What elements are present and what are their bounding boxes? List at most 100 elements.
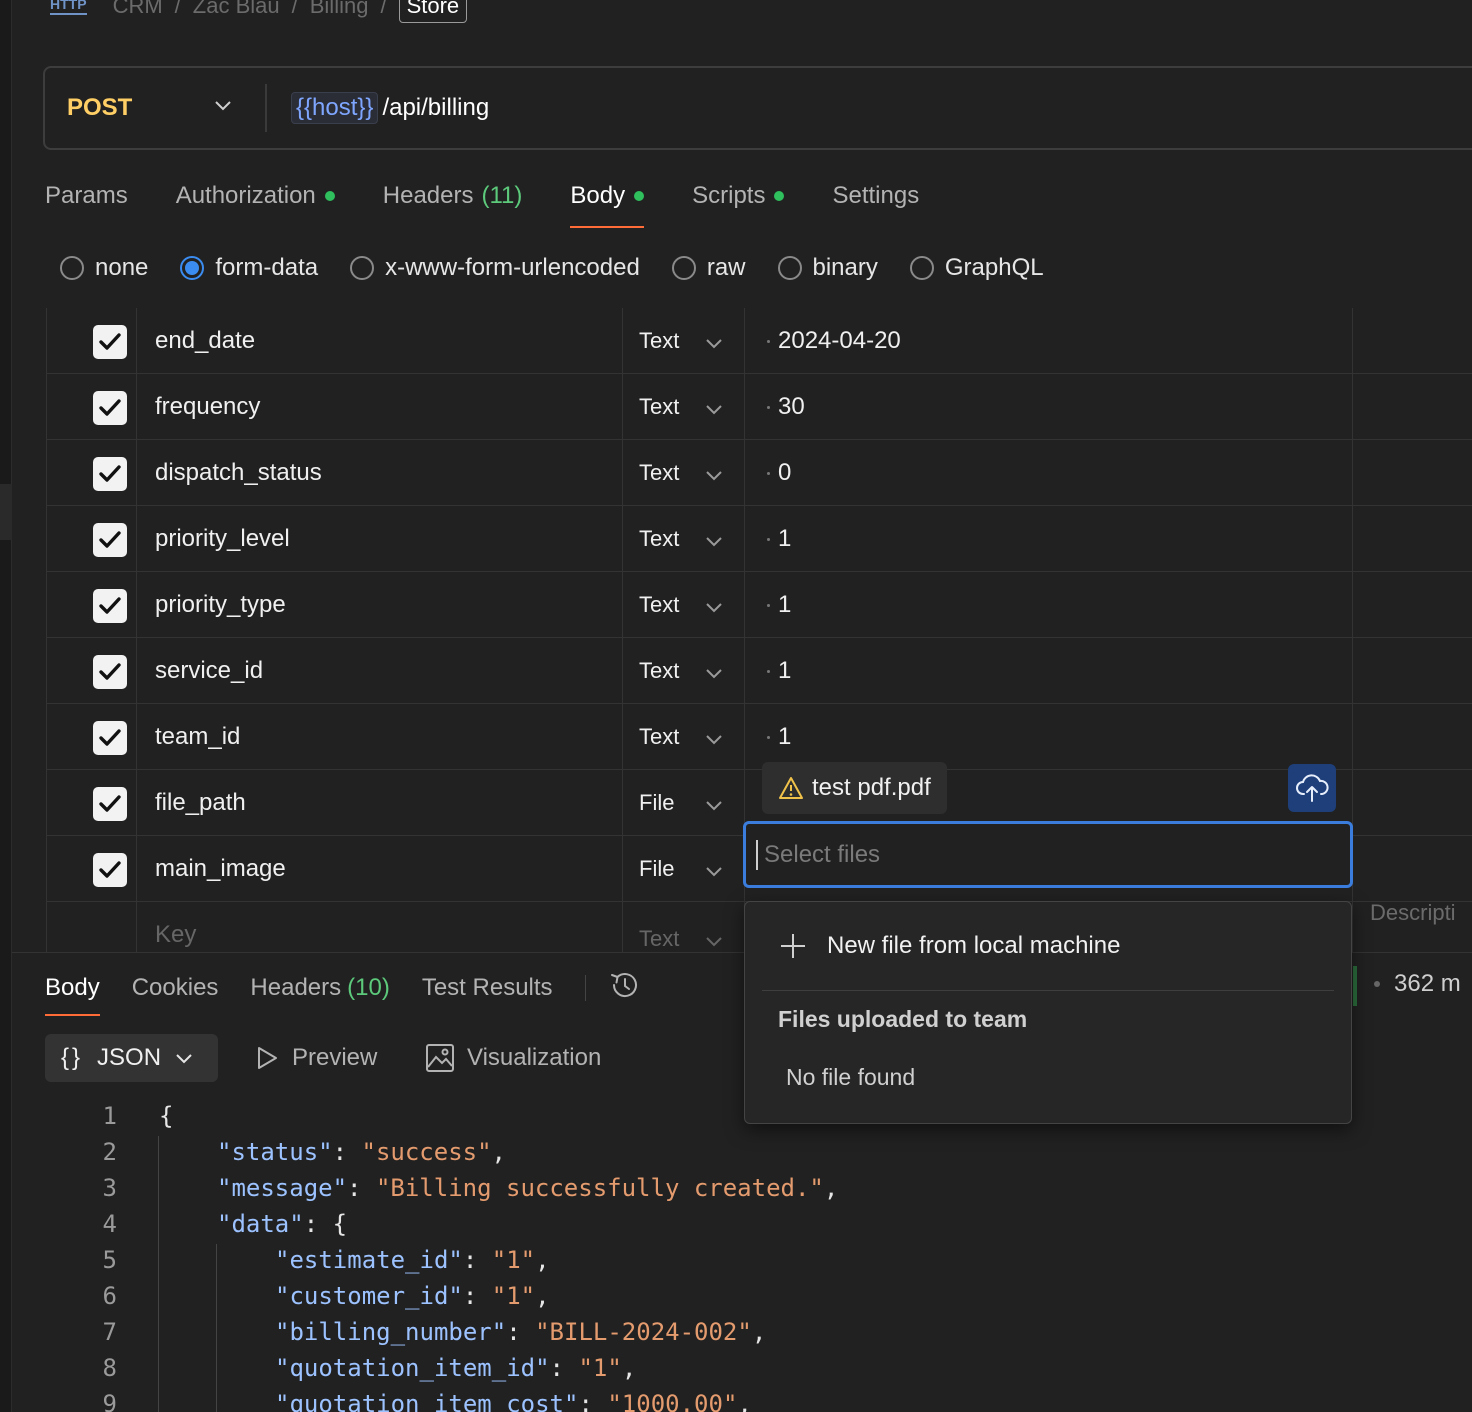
param-key[interactable]: main_image [155, 836, 286, 902]
param-key[interactable]: priority_type [155, 572, 286, 638]
body-type-none[interactable]: none [60, 254, 148, 282]
row-checkbox[interactable] [93, 523, 127, 557]
tab-settings[interactable]: Settings [832, 172, 919, 220]
text-caret [756, 839, 758, 870]
key-placeholder[interactable]: Key [155, 902, 196, 952]
param-value[interactable]: 1 [778, 704, 791, 770]
status-indicator [1353, 966, 1357, 1006]
param-key[interactable]: file_path [155, 770, 246, 836]
table-row: priority_level Text 1 [47, 506, 1472, 572]
radio-button[interactable] [909, 256, 934, 280]
visualization-button[interactable]: Visualization [425, 1034, 601, 1082]
line-number: 6 [102, 1282, 117, 1310]
param-key[interactable]: team_id [155, 704, 240, 770]
line-number: 5 [102, 1246, 117, 1274]
response-tab-test-results[interactable]: Test Results [422, 974, 553, 1002]
select-files-input[interactable]: Select files [743, 821, 1353, 888]
breadcrumb-item[interactable]: CRM [113, 0, 163, 19]
radio-button[interactable] [180, 256, 205, 280]
tab-authorization[interactable]: Authorization [176, 172, 335, 220]
breadcrumb-separator: / [174, 0, 181, 18]
response-tab-headers[interactable]: Headers (10) [250, 974, 389, 1002]
param-value[interactable]: 1 [778, 506, 791, 572]
param-type-select[interactable]: Text [639, 506, 679, 572]
body-type-graphql[interactable]: GraphQL [909, 254, 1044, 282]
file-chip[interactable]: test pdf.pdf [762, 762, 947, 814]
row-checkbox[interactable] [93, 853, 127, 887]
param-value[interactable]: 1 [778, 638, 791, 704]
row-checkbox[interactable] [93, 391, 127, 425]
whitespace-dot [767, 736, 770, 739]
url-input[interactable]: {{host}} /api/billing [267, 92, 489, 124]
line-number: 7 [102, 1318, 117, 1346]
line-number: 4 [102, 1210, 117, 1238]
radio-button[interactable] [350, 256, 375, 280]
row-checkbox[interactable] [93, 787, 127, 821]
param-key[interactable]: end_date [155, 308, 255, 374]
url-variable[interactable]: {{host}} [291, 92, 379, 124]
tab-params[interactable]: Params [45, 172, 128, 220]
row-checkbox[interactable] [93, 457, 127, 491]
tab-body[interactable]: Body [570, 172, 645, 228]
method-select[interactable]: POST [45, 68, 265, 148]
row-checkbox[interactable] [93, 589, 127, 623]
row-checkbox[interactable] [93, 655, 127, 689]
breadcrumb-item[interactable]: Zac Blau [193, 0, 280, 19]
cloud-upload-button[interactable] [1288, 764, 1336, 812]
response-tab-body[interactable]: Body [45, 974, 100, 1016]
radio-button[interactable] [60, 256, 84, 280]
row-checkbox[interactable] [93, 721, 127, 755]
body-type-binary[interactable]: binary [777, 254, 878, 282]
response-tab-cookies[interactable]: Cookies [132, 974, 219, 1002]
request-name[interactable]: Store [398, 0, 468, 23]
param-key[interactable]: priority_level [155, 506, 290, 572]
whitespace-dot [767, 604, 770, 607]
json-string: "1" [578, 1354, 622, 1382]
param-type-select[interactable]: Text [639, 572, 679, 638]
code-line: 5 "estimate_id": "1", [0, 1242, 1472, 1278]
history-button[interactable] [608, 970, 642, 1007]
body-type-x-www-form-urlencoded[interactable]: x-www-form-urlencoded [350, 254, 640, 282]
param-type-select[interactable]: Text [639, 638, 679, 704]
param-type-select[interactable]: File [639, 770, 674, 836]
table-row: frequency Text 30 [47, 374, 1472, 440]
param-key[interactable]: dispatch_status [155, 440, 322, 506]
new-file-from-local-option[interactable]: New file from local machine [745, 902, 1351, 990]
files-uploaded-heading: Files uploaded to team [778, 1006, 1028, 1032]
tab-scripts[interactable]: Scripts [692, 172, 785, 220]
whitespace-dot [767, 472, 770, 475]
param-key[interactable]: service_id [155, 638, 263, 704]
status-dot-icon [324, 191, 335, 201]
request-tabs: Params Authorization Headers (11) Body Script… [45, 172, 967, 232]
checkmark-icon [99, 465, 121, 482]
param-value[interactable]: 1 [778, 572, 791, 638]
history-icon [610, 972, 637, 997]
json-string: "1" [491, 1282, 536, 1310]
chevron-down-icon [706, 603, 722, 613]
row-checkbox[interactable] [93, 325, 127, 359]
param-value[interactable]: 30 [778, 374, 805, 440]
param-value[interactable]: 2024-04-20 [778, 308, 901, 374]
format-select[interactable]: {} JSON [45, 1034, 218, 1082]
param-type-select[interactable]: Text [639, 440, 679, 506]
plus-icon [781, 934, 805, 958]
breadcrumb-separator: / [380, 0, 387, 18]
radio-button[interactable] [671, 256, 696, 280]
tab-label: Body [45, 974, 100, 1001]
param-value[interactable]: 0 [778, 440, 791, 506]
tab-headers[interactable]: Headers (11) [383, 172, 523, 220]
body-type-form-data[interactable]: form-data [180, 254, 318, 282]
body-type-raw[interactable]: raw [671, 254, 746, 282]
whitespace-dot [767, 406, 770, 409]
resize-handle[interactable] [0, 484, 12, 540]
param-type-select[interactable]: Text [639, 704, 679, 770]
param-type-select[interactable]: Text [639, 308, 679, 374]
breadcrumb-item[interactable]: Billing [310, 0, 369, 19]
radio-button[interactable] [777, 256, 802, 280]
param-type-select[interactable]: Text [639, 906, 679, 952]
json-punctuation: : [578, 1390, 608, 1412]
param-type-select[interactable]: Text [639, 374, 679, 440]
param-key[interactable]: frequency [155, 374, 260, 440]
preview-button[interactable]: Preview [254, 1034, 377, 1082]
param-type-select[interactable]: File [639, 836, 674, 902]
